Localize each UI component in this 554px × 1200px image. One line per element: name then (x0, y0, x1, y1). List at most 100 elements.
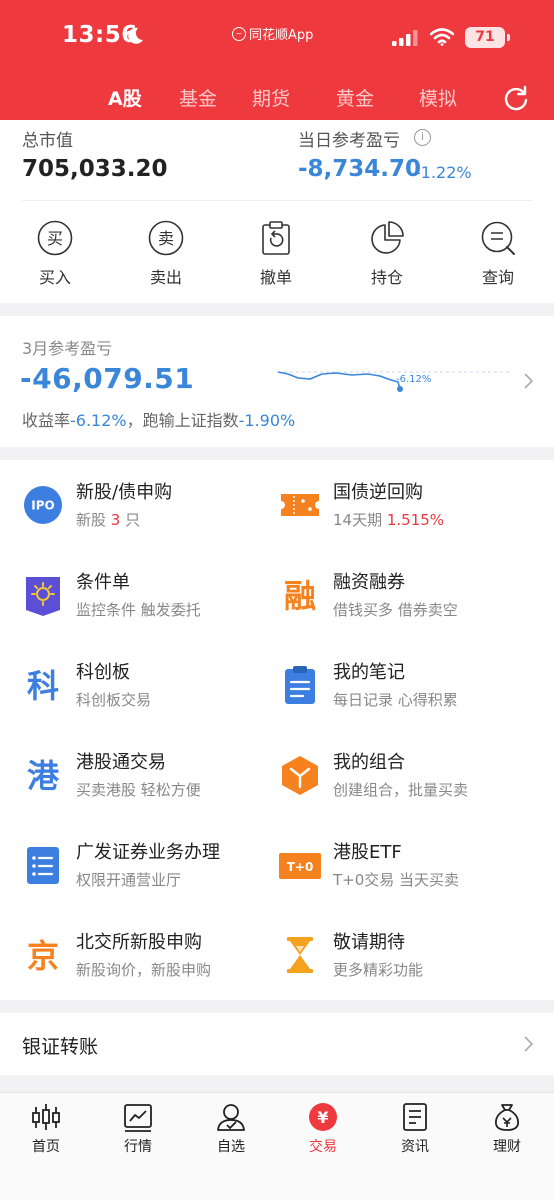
wealth-icon (495, 1104, 519, 1131)
battery-indicator: 71 (465, 27, 510, 48)
buy-label: 买入 (38, 268, 71, 287)
return-rate-text: 收益率-6.12%，跑输上证指数-1.90% (22, 407, 295, 431)
coming-soon-item[interactable]: 敬请期待 更多精彩功能 (279, 928, 539, 988)
service-subtitle: T+0交易 当天买卖 (333, 871, 460, 889)
bse-ipo-item[interactable]: 京 北交所新股申购 新股询价，新股申购 (22, 928, 282, 988)
service-title: 北交所新股申购 (76, 932, 202, 953)
portfolio-icon (282, 756, 318, 795)
hk-connect-icon: 港 (27, 757, 60, 795)
hk-etf-item[interactable]: T+0 港股ETF T+0交易 当天买卖 (279, 838, 539, 898)
service-subtitle: 更多精彩功能 (333, 961, 424, 979)
underperform-text: ，跑输上证指数 (126, 411, 239, 430)
monthly-pnl-card[interactable]: 3月参考盈亏 -46,079.51 收益率-6.12%，跑输上证指数-1.90%… (0, 316, 554, 447)
business-list-icon (27, 847, 59, 884)
return-rate-value: -6.12% (70, 411, 127, 430)
tab-gold[interactable]: 黄金 (336, 84, 374, 111)
service-subtitle: 借钱买多 借券卖空 (333, 601, 458, 619)
status-bar: 13:56 ~ 同花顺App 71 (0, 20, 554, 56)
bse-icon: 京 (27, 937, 59, 975)
sparkline-label: -6.12% (396, 374, 431, 385)
service-title: 科创板 (76, 662, 130, 683)
info-icon[interactable]: i (414, 129, 431, 146)
carrier-text: 同花顺App (249, 28, 314, 43)
assets-card: 总市值 705,033.20 当日参考盈亏 i -8,734.70 -1.22%… (0, 120, 554, 303)
chevron-right-icon (524, 1036, 534, 1052)
return-rate-label: 收益率 (22, 411, 71, 430)
service-title: 融资融券 (333, 572, 405, 593)
nav-wealth[interactable]: 理财 (467, 1101, 547, 1156)
total-market-value: 705,033.20 (22, 156, 168, 182)
star-market-item[interactable]: 科 科创板 科创板交易 (22, 658, 282, 718)
service-title: 我的组合 (333, 752, 405, 773)
service-title: 港股ETF (333, 842, 402, 863)
service-subtitle: 14天期 1.515% (333, 511, 445, 529)
bottom-navigation: 首页 行情 自选 ¥ 交易 资讯 理财 (0, 1092, 554, 1200)
cancel-order-button[interactable]: 撤单 (231, 220, 321, 288)
service-subtitle: 新股询价，新股申购 (76, 961, 212, 979)
monthly-pnl-label: 3月参考盈亏 (22, 339, 113, 358)
nav-market-label: 行情 (124, 1139, 152, 1155)
sell-button[interactable]: 卖 卖出 (121, 220, 211, 288)
service-title: 港股通交易 (76, 752, 166, 773)
service-title: 敬请期待 (333, 932, 405, 953)
tab-simulation[interactable]: 模拟 (419, 84, 457, 111)
index-diff-value: -1.90% (238, 411, 296, 430)
positions-button[interactable]: 持仓 (342, 220, 432, 288)
app-logo-icon: ~ (232, 26, 246, 41)
bank-transfer-row[interactable]: 银证转账 (0, 1013, 554, 1075)
svg-text:买: 买 (47, 229, 63, 248)
bank-transfer-label: 银证转账 (22, 1036, 99, 1058)
daily-pnl-value: -8,734.70 (298, 156, 422, 182)
cancel-order-icon (262, 221, 290, 255)
sell-label: 卖出 (149, 268, 182, 287)
candlestick-icon (32, 1104, 60, 1130)
daily-pnl-percent: -1.22% (415, 163, 472, 182)
ipo-subscription-item[interactable]: IPO 新股/债申购 新股 3 只 (22, 478, 282, 538)
buy-button[interactable]: 买 买入 (10, 220, 100, 288)
svg-text:港: 港 (27, 757, 60, 795)
nav-news[interactable]: 资讯 (375, 1101, 455, 1156)
tab-futures[interactable]: 期货 (252, 84, 290, 111)
service-subtitle: 创建组合，批量买卖 (333, 781, 469, 799)
margin-trading-item[interactable]: 融 融资融券 借钱买多 借券卖空 (279, 568, 539, 628)
condition-order-item[interactable]: 条件单 监控条件 触发委托 (22, 568, 282, 628)
condition-order-icon (26, 577, 60, 616)
chevron-right-icon (524, 373, 534, 389)
service-title: 新股/债申购 (76, 482, 173, 503)
service-subtitle: 监控条件 触发委托 (76, 601, 201, 619)
service-title: 广发证券业务办理 (76, 842, 220, 863)
my-portfolio-item[interactable]: 我的组合 创建组合，批量买卖 (279, 748, 539, 808)
nav-market[interactable]: 行情 (98, 1101, 178, 1156)
services-grid: IPO 新股/债申购 新股 3 只 国债逆回购 14天期 1.515% 条件单 … (0, 460, 554, 1000)
notes-icon (285, 666, 315, 704)
carrier-label: ~ 同花顺App (232, 24, 313, 43)
pie-chart-icon (371, 221, 404, 254)
svg-text:融: 融 (284, 577, 316, 615)
positions-label: 持仓 (370, 268, 403, 287)
cancel-order-label: 撤单 (259, 268, 292, 287)
reverse-repo-item[interactable]: 国债逆回购 14天期 1.515% (279, 478, 539, 538)
tab-a-shares[interactable]: A股 (108, 84, 142, 111)
refresh-icon[interactable] (503, 85, 529, 111)
ipo-icon: IPO (24, 486, 62, 524)
hourglass-icon (287, 937, 313, 973)
query-button[interactable]: 查询 (453, 220, 543, 288)
moon-icon (128, 27, 143, 44)
business-handling-item[interactable]: 广发证券业务办理 权限开通营业厅 (22, 838, 282, 898)
service-subtitle: 买卖港股 轻松方便 (76, 781, 201, 799)
nav-watchlist-label: 自选 (217, 1139, 245, 1155)
query-icon (481, 221, 515, 255)
star-market-icon: 科 (27, 667, 59, 705)
hk-connect-item[interactable]: 港 港股通交易 买卖港股 轻松方便 (22, 748, 282, 808)
nav-watchlist[interactable]: 自选 (191, 1101, 271, 1156)
margin-icon: 融 (284, 577, 316, 615)
nav-home[interactable]: 首页 (6, 1101, 86, 1156)
nav-trade[interactable]: ¥ 交易 (283, 1101, 363, 1156)
market-tabs: A股 基金 期货 黄金 模拟 (0, 84, 554, 114)
sell-icon: 卖 (148, 220, 184, 256)
monthly-sparkline: -6.12% (277, 371, 510, 392)
ticket-icon (281, 494, 319, 516)
my-notes-item[interactable]: 我的笔记 每日记录 心得积累 (279, 658, 539, 718)
tab-funds[interactable]: 基金 (179, 84, 217, 111)
t0-icon: T+0 (279, 853, 321, 879)
